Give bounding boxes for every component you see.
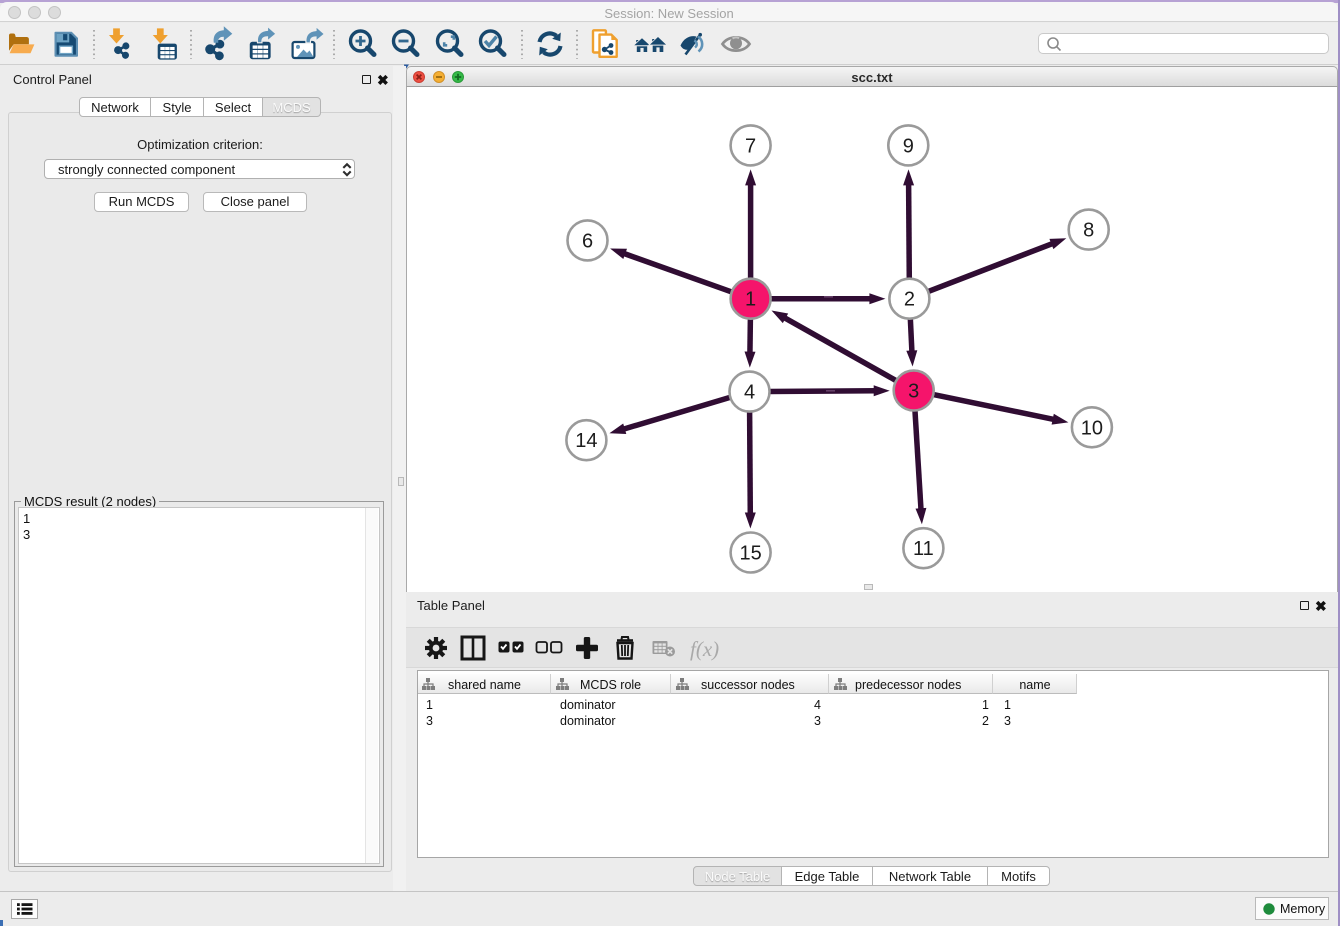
svg-text:2: 2 xyxy=(904,289,915,311)
svg-text:8: 8 xyxy=(1083,220,1094,242)
svg-text:14: 14 xyxy=(575,430,597,452)
svg-text:9: 9 xyxy=(903,135,914,157)
svg-text:11: 11 xyxy=(913,538,934,560)
svg-text:f(x): f(x) xyxy=(690,637,719,661)
svg-text:7: 7 xyxy=(745,135,756,157)
svg-text:4: 4 xyxy=(744,382,755,404)
svg-text:6: 6 xyxy=(582,230,593,252)
svg-text:10: 10 xyxy=(1081,417,1103,439)
svg-text:3: 3 xyxy=(908,381,919,403)
svg-text:15: 15 xyxy=(739,543,761,565)
svg-text:1: 1 xyxy=(745,289,756,311)
